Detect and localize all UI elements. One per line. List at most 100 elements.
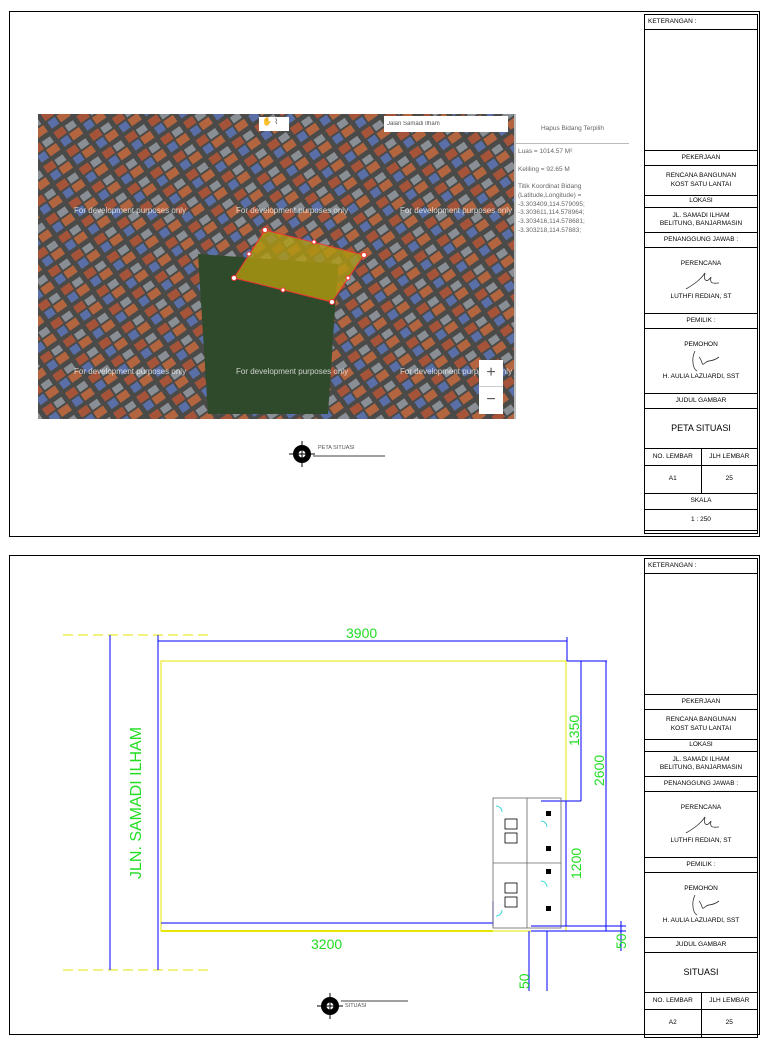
- coord-title: Titik Koordinat Bidang: [518, 183, 582, 191]
- title-row: PERENCANA LUTHFI REDIAN, ST: [645, 248, 757, 314]
- no-lembar-label: NO. LEMBAR: [645, 449, 702, 465]
- coord-format: (Latitude,Longitude) =: [518, 191, 582, 199]
- title-block: KETERANGAN : PEKERJAAN RENCANA BANGUNAN KOS…: [644, 558, 758, 1038]
- penanggung-jawab-label: PENANGGUNG JAWAB :: [663, 235, 739, 243]
- coord-item: -3.303611,114.578964;: [518, 209, 585, 217]
- title-row: PEMILIK :: [645, 858, 757, 873]
- title-row: PEMILIK :: [645, 314, 757, 329]
- title-row: JL. SAMADI ILHAM BELITUNG, BANJARMASIN: [645, 208, 757, 233]
- title-row: LOKASI: [645, 196, 757, 208]
- pekerjaan-value: KOST SATU LANTAI: [670, 724, 732, 732]
- title-row: PENANGGUNG JAWAB :: [645, 777, 757, 792]
- title-row: RENCANA BANGUNAN KOST SATU LANTAI: [645, 166, 757, 196]
- skala-value: 1 : 250: [691, 515, 711, 523]
- title-row: KETERANGAN :: [645, 559, 757, 574]
- coord-item: -3.303416,114.578681;: [518, 218, 585, 226]
- jlh-lembar-value: 25: [725, 475, 733, 483]
- signature: [685, 272, 720, 289]
- title-row: [645, 574, 757, 695]
- pemohon-name: H. AULIA LAZUARDI, SST: [662, 917, 740, 924]
- north-arrow-icon: [317, 993, 408, 1019]
- perencana-label: PERENCANA: [680, 804, 722, 812]
- lokasi-value: BELITUNG, BANJARMASIN: [659, 220, 743, 227]
- pemohon-label: PEMOHON: [684, 884, 718, 892]
- title-row: PEKERJAAN: [645, 695, 757, 710]
- watermark: For development purposes only: [74, 367, 187, 376]
- title-row: PENANGGUNG JAWAB :: [645, 233, 757, 248]
- title-row: NO. LEMBAR JLH LEMBAR: [645, 993, 757, 1010]
- zoom-out-button[interactable]: −: [479, 386, 503, 413]
- watermark: For development purposes only: [400, 206, 513, 215]
- title-row: JUDUL GAMBAR: [645, 938, 757, 953]
- coord-item: -3.303218,114.57883;: [518, 226, 582, 234]
- lokasi-value: JL. SAMADI ILHAM: [672, 755, 730, 763]
- perencana-label: PERENCANA: [680, 260, 722, 268]
- title-row: PERENCANA LUTHFI REDIAN, ST: [645, 792, 757, 858]
- title-row: JUDUL GAMBAR: [645, 394, 757, 409]
- no-lembar-value: A1: [645, 466, 702, 493]
- pekerjaan-value: RENCANA BANGUNAN: [665, 716, 737, 724]
- coord-item: -3.303409,114.579095;: [518, 200, 585, 208]
- draw-tools[interactable]: ✋ ⌇: [259, 117, 289, 131]
- title-row: A2 25: [645, 1010, 757, 1038]
- pemohon-label: PEMOHON: [684, 340, 718, 348]
- title-row: KETERANGAN :: [645, 15, 757, 30]
- keterangan-label: KETERANGAN :: [648, 562, 697, 569]
- judul-gambar-label: JUDUL GAMBAR: [675, 396, 727, 404]
- pemilik-label: PEMILIK :: [686, 316, 716, 324]
- title-row: RENCANA BANGUNAN KOST SATU LANTAI: [645, 710, 757, 740]
- pekerjaan-label: PEKERJAAN: [681, 153, 721, 161]
- jlh-lembar-label: JLH LEMBAR: [709, 452, 750, 460]
- title-row: PEMOHON H. AULIA LAZUARDI, SST: [645, 329, 757, 394]
- pemohon-name: H. AULIA LAZUARDI, SST: [662, 373, 740, 380]
- north-arrow-icon: [289, 441, 385, 467]
- title-row: PEKERJAAN: [645, 151, 757, 166]
- parcel-info-panel: Hapus Bidang Terpilih Luas = 1014.57 M² …: [514, 114, 629, 419]
- title-row: LOKASI: [645, 740, 757, 752]
- perencana-name: LUTHFI REDIAN, ST: [670, 292, 732, 300]
- title-row: NO. LEMBAR JLH LEMBAR: [645, 449, 757, 466]
- zoom-control: + −: [479, 360, 503, 414]
- lokasi-value: BELITUNG, BANJARMASIN: [659, 764, 743, 771]
- lokasi-label: LOKASI: [689, 197, 713, 205]
- sheet-peta-situasi: For development purposes only For develo…: [9, 11, 760, 537]
- title-row: SITUASI: [645, 953, 757, 993]
- title-row: PEMOHON H. AULIA LAZUARDI, SST: [645, 873, 757, 938]
- title-row: [645, 30, 757, 151]
- jlh-lembar-label: JLH LEMBAR: [709, 996, 750, 1004]
- pekerjaan-value: KOST SATU LANTAI: [670, 180, 732, 188]
- signature: [685, 816, 720, 833]
- pekerjaan-label: PEKERJAAN: [681, 697, 721, 705]
- perimeter-text: Keliling = 92.65 M: [518, 165, 570, 173]
- hand-icon[interactable]: ✋: [262, 117, 272, 126]
- signature: [692, 894, 720, 916]
- watermark: For development purposes only: [74, 206, 187, 215]
- title-block: KETERANGAN : PEKERJAAN RENCANA BANGUNAN KOS…: [644, 14, 758, 534]
- pekerjaan-value: RENCANA BANGUNAN: [665, 172, 737, 180]
- pemilik-label: PEMILIK :: [686, 860, 716, 868]
- polygon-tool-icon[interactable]: ⌇: [274, 117, 278, 126]
- north-label: PETA SITUASI: [318, 445, 355, 451]
- title-row: 1 : 250: [645, 510, 757, 531]
- judul-gambar-label: JUDUL GAMBAR: [675, 940, 727, 948]
- penanggung-jawab-label: PENANGGUNG JAWAB :: [663, 779, 739, 787]
- keterangan-label: KETERANGAN :: [648, 18, 697, 25]
- skala-label: SKALA: [690, 497, 712, 505]
- satellite-map[interactable]: For development purposes only For develo…: [38, 114, 629, 419]
- lokasi-value: JL. SAMADI ILHAM: [672, 211, 730, 219]
- title-row: PETA SITUASI: [645, 409, 757, 449]
- area-text: Luas = 1014.57 M²: [518, 148, 573, 155]
- title-row: A1 25: [645, 466, 757, 494]
- perencana-name: LUTHFI REDIAN, ST: [670, 836, 732, 844]
- title-row: JL. SAMADI ILHAM BELITUNG, BANJARMASIN: [645, 752, 757, 777]
- delete-parcel-button[interactable]: Hapus Bidang Terpilih: [516, 114, 629, 144]
- zoom-in-button[interactable]: +: [479, 360, 503, 386]
- north-label: SITUASI: [345, 1003, 367, 1009]
- site-plan-drawing: [63, 634, 626, 991]
- sheet-situasi: 3900 3200 1350 2600 1200 50 50 JLN. SAMA…: [9, 555, 760, 1038]
- watermark: For development purposes only: [236, 367, 349, 376]
- watermark: For development purposes only: [236, 206, 349, 215]
- signature: [692, 350, 720, 372]
- map-search-input[interactable]: [384, 116, 508, 132]
- no-lembar-label: NO. LEMBAR: [645, 993, 702, 1009]
